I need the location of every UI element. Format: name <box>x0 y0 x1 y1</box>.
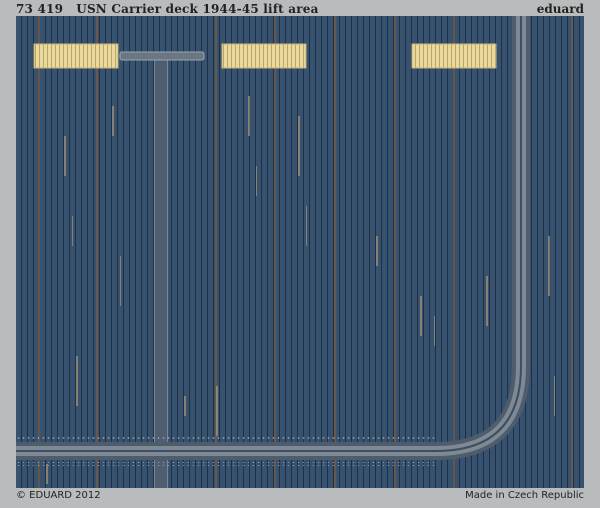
brand-logo: eduard <box>536 2 584 16</box>
carrier-deck-artwork <box>16 16 584 488</box>
panel-3 <box>411 43 497 69</box>
center-strip <box>154 56 168 488</box>
product-title: USN Carrier deck 1944-45 lift area <box>76 2 319 16</box>
sheet-title: 73 419 USN Carrier deck 1944-45 lift are… <box>16 2 319 16</box>
tie-down-panels <box>33 43 497 69</box>
panel-1 <box>33 43 119 69</box>
product-code: 73 419 <box>16 2 64 16</box>
copyright-text: © EDUARD 2012 <box>16 490 101 501</box>
connector-bar <box>119 51 205 61</box>
made-in-text: Made in Czech Republic <box>465 490 584 501</box>
rail-rivets <box>16 436 436 440</box>
panel-2 <box>221 43 307 69</box>
